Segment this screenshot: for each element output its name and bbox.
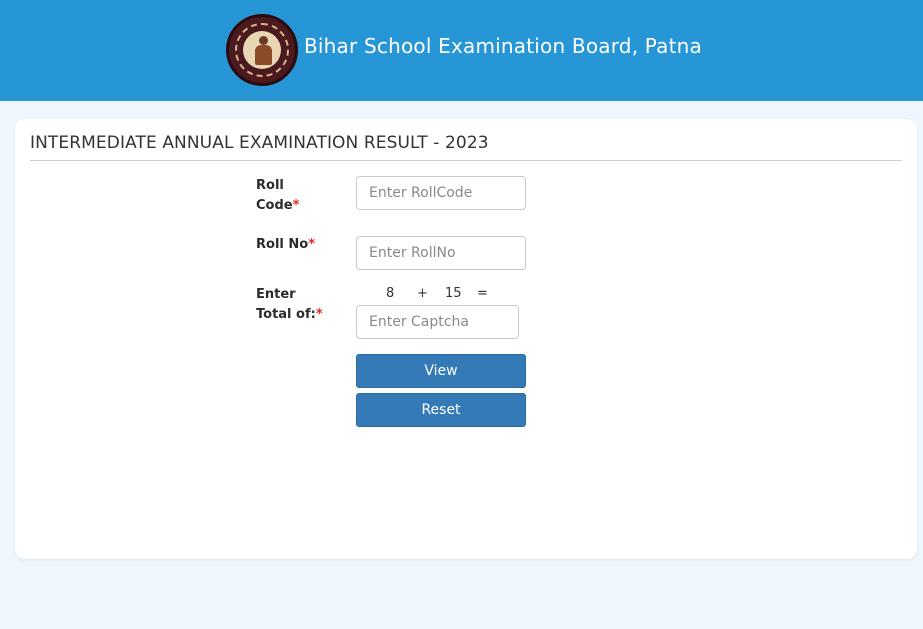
captcha-operator: +: [417, 286, 428, 301]
site-title: Bihar School Examination Board, Patna: [304, 34, 702, 58]
required-marker: *: [292, 198, 300, 213]
captcha-operand-1: 8: [386, 286, 395, 301]
roll-code-label-line2: Code*: [256, 196, 299, 216]
captcha-input[interactable]: [356, 305, 519, 339]
roll-code-input[interactable]: [356, 176, 526, 210]
captcha-label-line1: Enter: [256, 287, 296, 302]
roll-code-label: Roll Code*: [256, 176, 299, 216]
logo-figure-head: [259, 36, 268, 45]
captcha-operand-2: 15: [445, 286, 462, 301]
roll-code-label-text: Code: [256, 198, 293, 213]
captcha-label-text: Total of:: [256, 307, 316, 322]
captcha-label: Enter Total of:*: [256, 285, 323, 325]
view-button[interactable]: View: [356, 354, 526, 388]
required-marker: *: [315, 307, 323, 322]
result-form-card: INTERMEDIATE ANNUAL EXAMINATION RESULT -…: [15, 119, 917, 559]
title-divider: [30, 160, 902, 161]
reset-button[interactable]: Reset: [356, 393, 526, 427]
captcha-label-line2: Total of:*: [256, 305, 323, 325]
captcha-equals: =: [477, 286, 488, 301]
logo-figure-body: [255, 45, 272, 65]
required-marker: *: [308, 237, 316, 252]
roll-no-label: Roll No*: [256, 235, 315, 255]
bseb-logo-icon: [226, 14, 298, 86]
page-title: INTERMEDIATE ANNUAL EXAMINATION RESULT -…: [30, 133, 489, 153]
roll-no-label-text: Roll No: [256, 237, 309, 252]
roll-code-label-line1: Roll: [256, 178, 284, 193]
site-header: Bihar School Examination Board, Patna: [0, 0, 923, 101]
roll-no-input[interactable]: [356, 236, 526, 270]
